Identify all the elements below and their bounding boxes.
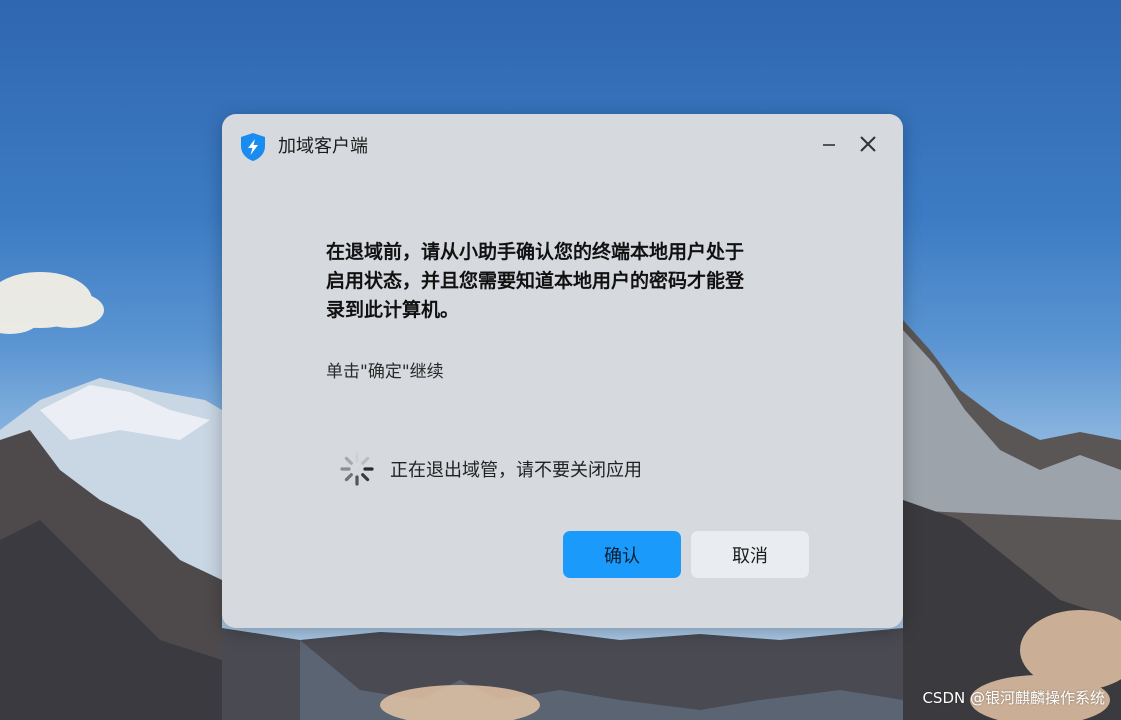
loading-spinner-icon [338,450,376,488]
shield-lightning-icon [239,132,267,162]
minimize-icon [822,137,836,156]
message-line: 启用状态，并且您需要知道本地用户的密码才能登 [326,270,745,292]
minimize-button[interactable] [813,130,845,162]
message-line: 录到此计算机。 [326,299,460,321]
close-icon [859,135,877,157]
watermark: CSDN @银河麒麟操作系统 [922,689,1105,707]
dialog-titlebar[interactable]: 加域客户端 [222,114,903,178]
cancel-button[interactable]: 取消 [691,531,809,578]
close-button[interactable] [852,130,884,162]
confirm-button[interactable]: 确认 [563,531,681,578]
desktop: 加域客户端 在退域前，请从小助手确认您的终端本地用户处于 启用状态，并且您需要知… [0,0,1121,720]
dialog-message: 在退域前，请从小助手确认您的终端本地用户处于 启用状态，并且您需要知道本地用户的… [326,238,806,325]
message-line: 在退域前，请从小助手确认您的终端本地用户处于 [326,241,745,263]
status-row: 正在退出域管，请不要关闭应用 [338,450,642,488]
continue-hint: 单击"确定"继续 [326,362,444,382]
dialog-title: 加域客户端 [278,136,368,157]
status-text: 正在退出域管，请不要关闭应用 [390,460,642,481]
exit-domain-dialog: 加域客户端 在退域前，请从小助手确认您的终端本地用户处于 启用状态，并且您需要知… [222,114,903,628]
